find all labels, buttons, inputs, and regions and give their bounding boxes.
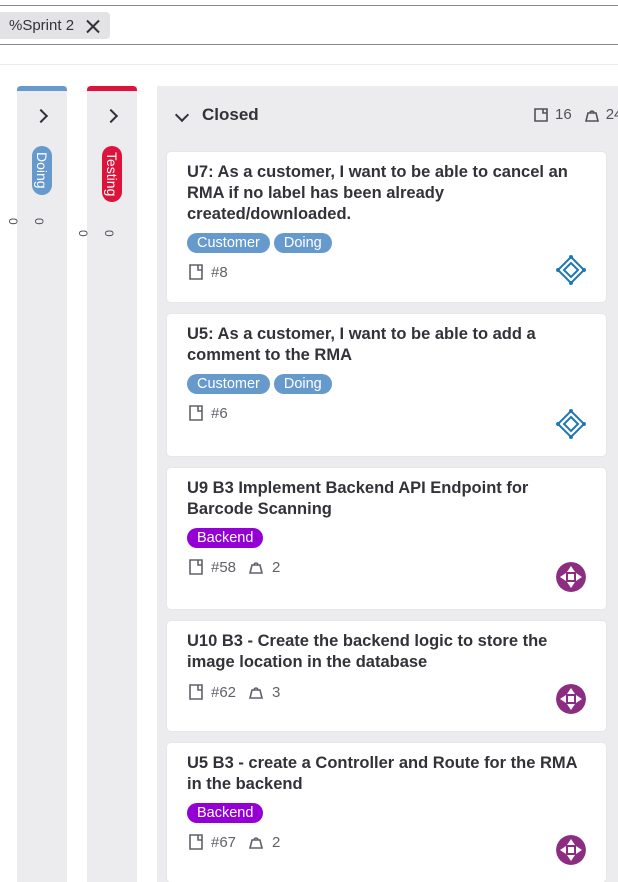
avatar[interactable] [556, 409, 586, 439]
weight-count: 0 [76, 229, 90, 237]
issue-ref: #8 [211, 263, 228, 281]
issues-icon [534, 107, 548, 122]
list-title: Closed [202, 105, 259, 124]
issue-card[interactable]: U7: As a customer, I want to be able to … [167, 152, 606, 302]
weight-icon [584, 109, 599, 122]
issue-title[interactable]: U10 B3 - Create the backend logic to sto… [187, 631, 586, 673]
issue-meta: #58 2 [187, 558, 586, 576]
issue-card[interactable]: U5: As a customer, I want to be able to … [167, 314, 606, 456]
issue-weight: 2 [248, 834, 280, 851]
label-customer[interactable]: Customer [187, 233, 270, 253]
close-icon[interactable] [86, 19, 100, 33]
issue-title[interactable]: U7: As a customer, I want to be able to … [187, 162, 586, 225]
weight-count: 0 [6, 217, 20, 225]
issue-ref: #67 [211, 833, 237, 851]
label-backend[interactable]: Backend [187, 803, 264, 823]
list-counts: 16 24 [533, 106, 618, 123]
chevron-right-icon[interactable] [103, 108, 119, 124]
issue-icon [189, 834, 203, 850]
issue-title[interactable]: U5: As a customer, I want to be able to … [187, 324, 586, 366]
label-customer[interactable]: Customer [187, 374, 270, 394]
avatar[interactable] [556, 562, 586, 592]
list-doing: Doing 0 0 [6, 86, 67, 882]
chevron-right-icon[interactable] [33, 108, 49, 124]
issue-card[interactable]: U5 B3 - create a Controller and Route fo… [167, 743, 606, 882]
issue-labels: Backend [187, 803, 586, 823]
issue-ref: #6 [211, 404, 228, 422]
list-label-doing: Doing [32, 146, 52, 195]
issues-count: 0 [102, 229, 116, 237]
weight-icon [249, 837, 264, 849]
issue-meta: #62 3 [187, 683, 586, 701]
issue-icon [189, 559, 203, 575]
issue-labels: Customer Doing [187, 374, 586, 394]
label-doing[interactable]: Doing [273, 233, 332, 253]
issue-weight: 3 [248, 684, 280, 701]
issue-labels: Customer Doing [187, 233, 586, 253]
list-header: Closed 16 24 [157, 86, 618, 146]
issue-card[interactable]: U9 B3 Implement Backend API Endpoint for… [167, 468, 606, 609]
chevron-down-icon[interactable] [174, 107, 190, 123]
issue-icon [189, 264, 203, 280]
issue-meta: #8 [187, 263, 586, 281]
weight-value: 2 [272, 833, 281, 851]
list-closed: Closed 16 24 U7: As a customer, I want t… [157, 86, 618, 882]
label-backend[interactable]: Backend [187, 528, 264, 548]
issue-meta: #6 [187, 404, 586, 422]
list-testing: Testing 0 0 [76, 86, 137, 882]
issues-count: 0 [32, 217, 46, 225]
avatar[interactable] [556, 835, 586, 865]
list-stats: 0 0 [76, 226, 122, 240]
divider [0, 64, 618, 65]
issue-icon [189, 684, 203, 700]
weight-icon [249, 687, 264, 699]
list-color-bar [17, 86, 67, 91]
filter-token-label: %Sprint 2 [9, 17, 75, 34]
avatar[interactable] [556, 684, 586, 714]
issue-ref: #62 [211, 683, 237, 701]
issue-weight: 2 [248, 559, 280, 576]
issue-ref: #58 [211, 558, 237, 576]
label-doing[interactable]: Doing [273, 374, 332, 394]
issues-count: 16 [555, 106, 572, 123]
weight-count: 24 [605, 106, 618, 123]
list-label-testing: Testing [102, 146, 122, 203]
issue-card[interactable]: U10 B3 - Create the backend logic to sto… [167, 621, 606, 731]
filter-bar[interactable]: %Sprint 2 [0, 5, 618, 45]
weight-value: 3 [272, 683, 281, 701]
list-stats: 0 0 [6, 214, 52, 228]
issue-title[interactable]: U5 B3 - create a Controller and Route fo… [187, 753, 586, 795]
weight-icon [249, 562, 264, 574]
issue-labels: Backend [187, 528, 586, 548]
issue-title[interactable]: U9 B3 Implement Backend API Endpoint for… [187, 478, 586, 520]
weight-value: 2 [272, 558, 281, 576]
avatar[interactable] [556, 255, 586, 285]
filter-token-sprint[interactable]: %Sprint 2 [0, 12, 111, 39]
issue-icon [189, 405, 203, 421]
list-color-bar [87, 86, 137, 91]
issue-meta: #67 2 [187, 833, 586, 851]
